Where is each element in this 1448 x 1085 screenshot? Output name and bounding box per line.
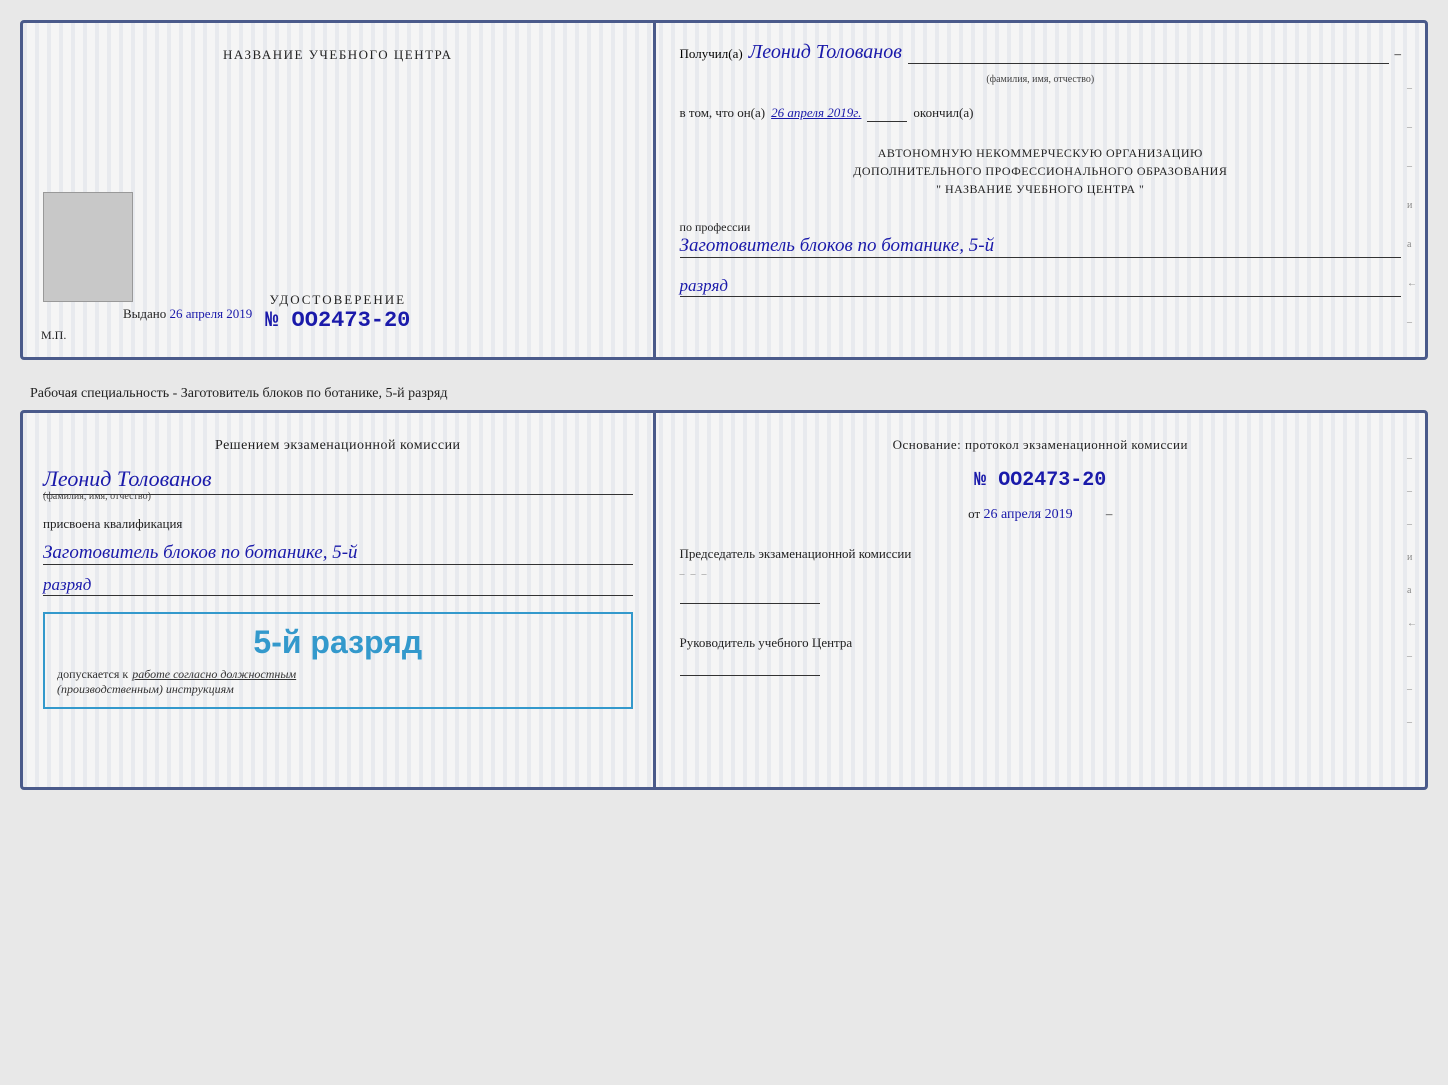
received-prefix: Получил(а) <box>680 46 743 62</box>
stamp-permission-suffix: (производственным) инструкциям <box>57 682 619 697</box>
date-from: от 26 апреля 2019 – <box>680 506 1401 523</box>
bottom-qualification: Заготовитель блоков по ботанике, 5-й <box>43 542 633 565</box>
director-label: Руководитель учебного Центра <box>680 634 1401 652</box>
director-block: Руководитель учебного Центра <box>680 634 1401 676</box>
protocol-number: № OO2473-20 <box>680 469 1401 492</box>
stamp-rank: 5-й разряд <box>57 624 619 661</box>
caption: Рабочая специальность - Заготовитель бло… <box>20 378 1428 410</box>
bottom-name: Леонид Толованов <box>43 466 212 492</box>
stamp-box: 5-й разряд допускается к работе согласно… <box>43 612 633 709</box>
profession-label: по профессии <box>680 220 1401 235</box>
bottom-doc-left: Решением экзаменационной комиссии Леонид… <box>23 413 653 787</box>
date-from-prefix: от <box>968 506 980 521</box>
bottom-rank: разряд <box>43 575 633 596</box>
chairman-label: Председатель экзаменационной комиссии <box>680 545 1401 563</box>
bottom-right-marks: –––иа←––– <box>1407 453 1417 728</box>
cert-title: УДОСТОВЕРЕНИЕ <box>265 292 410 308</box>
date-line: в том, что он(а) 26 апреля 2019г. окончи… <box>680 105 1401 122</box>
date-prefix: в том, что он(а) <box>680 105 766 121</box>
photo-placeholder <box>43 192 133 302</box>
assigned-label: присвоена квалификация <box>43 516 633 532</box>
top-doc-left: НАЗВАНИЕ УЧЕБНОГО ЦЕНТРА УДОСТОВЕРЕНИЕ №… <box>23 23 653 357</box>
org-line1: АВТОНОМНУЮ НЕКОММЕРЧЕСКУЮ ОРГАНИЗАЦИЮ <box>680 144 1401 162</box>
bottom-name-subtitle: (фамилия, имя, отчество) <box>43 491 151 502</box>
date-from-value: 26 апреля 2019 <box>983 507 1072 522</box>
basis-label: Основание: протокол экзаменационной коми… <box>680 435 1401 455</box>
mp-label: М.П. <box>41 328 66 343</box>
top-center-header: НАЗВАНИЕ УЧЕБНОГО ЦЕНТРА <box>223 47 452 63</box>
top-doc-right: Получил(а) Леонид Толованов – (фамилия, … <box>656 23 1425 357</box>
stamp-permission-link: работе согласно должностным <box>132 667 296 682</box>
org-line3: " НАЗВАНИЕ УЧЕБНОГО ЦЕНТРА " <box>680 180 1401 198</box>
profession-value: Заготовитель блоков по ботанике, 5-й <box>680 235 1401 258</box>
cert-number: № OO2473-20 <box>265 308 410 333</box>
director-sig-line <box>680 656 820 676</box>
top-document: НАЗВАНИЕ УЧЕБНОГО ЦЕНТРА УДОСТОВЕРЕНИЕ №… <box>20 20 1428 360</box>
date-suffix: окончил(а) <box>913 105 973 121</box>
issued-date: 26 апреля 2019 <box>170 306 253 321</box>
chairman-sig-line <box>680 584 820 604</box>
issued-line: Выдано 26 апреля 2019 <box>123 306 252 322</box>
date-value: 26 апреля 2019г. <box>771 105 861 121</box>
bottom-document: Решением экзаменационной комиссии Леонид… <box>20 410 1428 790</box>
name-subtitle: (фамилия, имя, отчество) <box>680 74 1401 85</box>
issued-label: Выдано <box>123 306 166 321</box>
bottom-doc-right: Основание: протокол экзаменационной коми… <box>656 413 1425 787</box>
decision-text: Решением экзаменационной комиссии <box>43 435 633 456</box>
chairman-block: Председатель экзаменационной комиссии – … <box>680 545 1401 604</box>
right-marks: –––иа←– <box>1407 83 1417 328</box>
org-line2: ДОПОЛНИТЕЛЬНОГО ПРОФЕССИОНАЛЬНОГО ОБРАЗО… <box>680 162 1401 180</box>
stamp-permission-prefix: допускается к <box>57 667 128 682</box>
rank-value: разряд <box>680 276 1401 297</box>
recipient-name: Леонид Толованов <box>749 41 902 64</box>
